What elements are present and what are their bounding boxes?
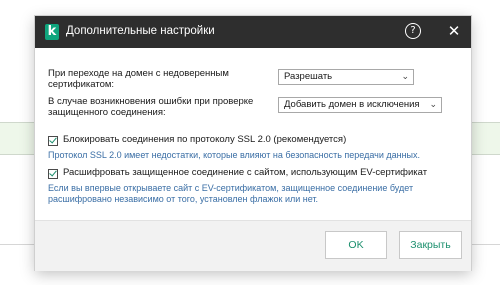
decrypt-ev-hint: Если вы впервые открываете сайт с EV-сер… — [48, 183, 414, 204]
dialog-footer: OK Закрыть — [35, 220, 471, 271]
dialog-title: Дополнительные настройки — [66, 25, 215, 37]
close-button[interactable]: Закрыть — [399, 231, 462, 259]
block-ssl2-checkbox[interactable] — [48, 135, 58, 146]
error-handling-select[interactable]: Добавить домен в исключения ⌄ — [278, 97, 442, 113]
title-bar: k Дополнительные настройки ? ✕ — [35, 16, 471, 48]
kaspersky-logo-icon: k — [45, 24, 59, 40]
chevron-down-icon: ⌄ — [401, 72, 409, 82]
decrypt-ev-checkbox[interactable] — [48, 168, 58, 179]
decrypt-ev-label[interactable]: Расшифровать защищенное соединение с сай… — [63, 167, 427, 178]
untrusted-domain-label: При переходе на домен с недоверенным сер… — [48, 68, 229, 90]
block-ssl2-label[interactable]: Блокировать соединения по протоколу SSL … — [63, 134, 346, 145]
chevron-down-icon: ⌄ — [429, 100, 437, 110]
block-ssl2-hint: Протокол SSL 2.0 имеет недостатки, котор… — [48, 150, 421, 160]
error-handling-value: Добавить домен в исключения — [284, 99, 420, 110]
untrusted-domain-value: Разрешать — [284, 71, 333, 82]
error-handling-label: В случае возникновения ошибки при провер… — [48, 96, 254, 118]
ok-button[interactable]: OK — [325, 231, 387, 259]
checkmark-icon — [49, 168, 57, 177]
untrusted-domain-select[interactable]: Разрешать ⌄ — [278, 69, 414, 85]
close-icon[interactable]: ✕ — [445, 22, 463, 40]
checkmark-icon — [49, 135, 57, 144]
advanced-settings-dialog: k Дополнительные настройки ? ✕ При перех… — [35, 16, 471, 271]
help-icon[interactable]: ? — [405, 23, 421, 39]
